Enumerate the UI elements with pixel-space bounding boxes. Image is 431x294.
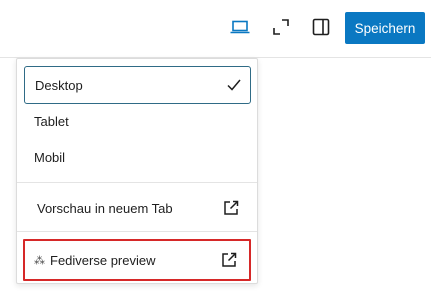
menu-item-fediverse-preview[interactable]: ⁂ Fediverse preview (23, 239, 251, 281)
fediverse-icon: ⁂ (34, 254, 45, 267)
menu-item-tablet[interactable]: Tablet (24, 103, 251, 139)
menu-divider (17, 182, 257, 183)
save-button[interactable]: Speichern (345, 12, 425, 44)
menu-item-preview-new-tab[interactable]: Vorschau in neuem Tab (24, 190, 251, 226)
sidebar-toggle-icon (312, 18, 330, 36)
external-link-icon (224, 200, 239, 215)
settings-sidebar-button[interactable] (305, 11, 337, 43)
fullscreen-icon (273, 19, 289, 35)
preview-dropdown-menu: Desktop Tablet Mobil Vorschau in neuem T… (16, 58, 258, 284)
laptop-icon (230, 20, 250, 34)
menu-item-label: Mobil (34, 149, 66, 165)
menu-item-desktop[interactable]: Desktop (24, 66, 251, 104)
editor-toolbar: Speichern (0, 0, 431, 58)
checkmark-icon (227, 79, 241, 91)
menu-item-mobil[interactable]: Mobil (24, 139, 251, 175)
menu-item-label: Vorschau in neuem Tab (37, 200, 173, 216)
menu-item-label: Fediverse preview (50, 252, 156, 268)
fullscreen-button[interactable] (265, 11, 297, 43)
device-preview-button[interactable] (224, 11, 256, 43)
menu-divider (17, 231, 257, 232)
external-link-icon (222, 252, 237, 267)
menu-item-label: Desktop (35, 77, 83, 93)
menu-item-label: Tablet (34, 113, 69, 129)
